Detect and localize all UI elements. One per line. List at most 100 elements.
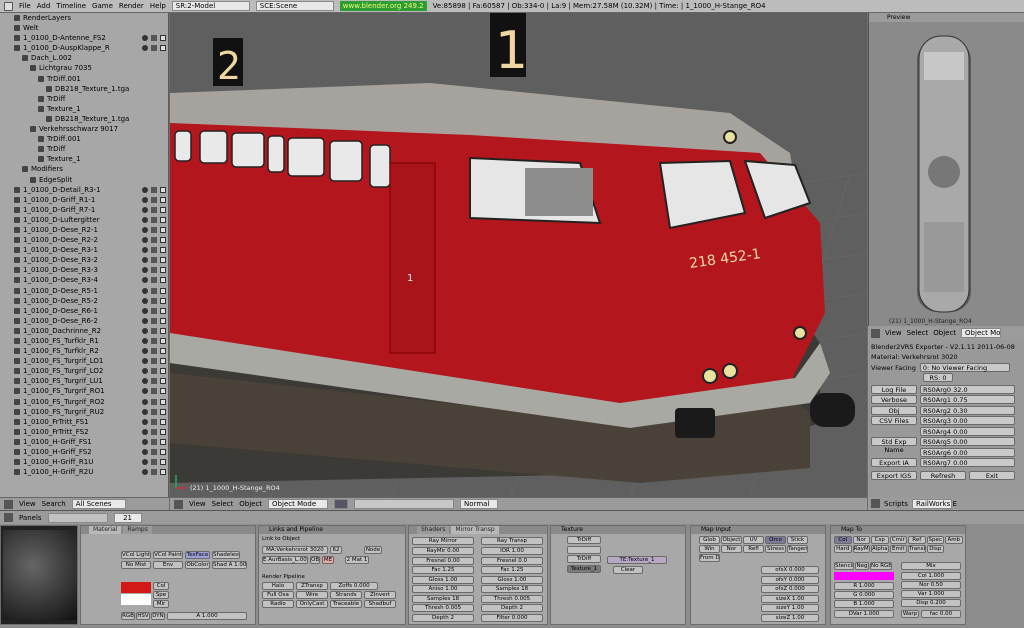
outliner-item[interactable]: 1_0100_D-Oese_R2-2 — [0, 235, 168, 245]
website-link[interactable]: www.blender.org 249.2 — [339, 1, 427, 11]
outliner-item[interactable]: 1_0100_D-AuspKlappe_R — [0, 43, 168, 53]
mapto-value-field[interactable]: Disp 0.200 — [901, 599, 961, 607]
visibility-eye-icon[interactable] — [142, 327, 148, 334]
rs-arg-field[interactable]: RS0Arg4 0.00 — [920, 426, 1015, 436]
col-button[interactable]: Col — [153, 582, 169, 590]
exporter-option-button[interactable]: CSV Files — [871, 416, 917, 426]
outliner-item[interactable]: 1_0100_D-Oese_R3-2 — [0, 255, 168, 265]
visibility-eye-icon[interactable] — [142, 438, 148, 445]
context-buttons[interactable] — [47, 512, 108, 523]
select-cursor-icon[interactable] — [151, 237, 157, 244]
map-to-tab[interactable]: Alpha — [871, 545, 889, 553]
map-input-tab[interactable]: Nor — [721, 545, 742, 553]
outliner-item[interactable]: Welt — [0, 23, 168, 33]
export-igs-button[interactable]: Export IGS — [871, 471, 917, 480]
render-camera-icon[interactable] — [160, 388, 166, 395]
outliner-item[interactable]: 1_0100_D-Griff_R1-1 — [0, 195, 168, 205]
menu-add[interactable]: Add — [37, 2, 51, 10]
rs-arg-field[interactable]: RS0Arg2 0.30 — [920, 405, 1015, 415]
select-cursor-icon[interactable] — [151, 216, 157, 223]
render-camera-icon[interactable] — [160, 35, 166, 42]
select-cursor-icon[interactable] — [151, 368, 157, 375]
outliner-item[interactable]: 1_0100_D-Oese_R2-1 — [0, 225, 168, 235]
editor-type-icon[interactable] — [4, 499, 13, 509]
render-camera-icon[interactable] — [160, 257, 166, 264]
map-input-tab[interactable]: Stress — [765, 545, 786, 553]
outliner-search-menu[interactable]: Search — [42, 500, 66, 508]
menu-game[interactable]: Game — [92, 2, 113, 10]
visibility-eye-icon[interactable] — [142, 469, 148, 476]
outliner-item[interactable]: 1_0100_D-Griff_R7-1 — [0, 205, 168, 215]
dvar-field[interactable]: DVar 1.000 — [834, 610, 894, 618]
shader-value-field[interactable]: Samples 18 — [412, 594, 474, 603]
visibility-eye-icon[interactable] — [142, 297, 148, 304]
mapto-rgb-field[interactable]: G 0.000 — [834, 591, 894, 599]
viewport-select-menu[interactable]: Select — [212, 500, 234, 508]
select-cursor-icon[interactable] — [151, 317, 157, 324]
transp-value-field[interactable]: Filter 0.000 — [481, 613, 543, 622]
visibility-eye-icon[interactable] — [142, 358, 148, 365]
map-to-tab[interactable]: Cmir — [889, 536, 907, 544]
map-to-tab[interactable]: Nor — [852, 536, 870, 544]
visibility-eye-icon[interactable] — [142, 449, 148, 456]
render-camera-icon[interactable] — [160, 449, 166, 456]
outliner-item[interactable]: 1_0100_FS_Turgrif_RO1 — [0, 386, 168, 396]
render-camera-icon[interactable] — [160, 338, 166, 344]
stencil-toggle[interactable]: Stencil — [834, 562, 854, 570]
map-input-tab[interactable]: Object — [721, 536, 742, 544]
render-camera-icon[interactable] — [160, 418, 166, 425]
select-cursor-icon[interactable] — [151, 206, 157, 213]
outliner-item[interactable]: TrDiff — [0, 144, 168, 154]
rs-arg-field[interactable]: RS0Arg3 0.00 — [920, 416, 1015, 426]
outliner-item[interactable]: 1_0100_Dachrinne_R2 — [0, 326, 168, 336]
mapto-value-field[interactable]: Var 1.000 — [901, 590, 961, 598]
material-index[interactable]: 2 Mat 1 — [345, 556, 369, 564]
render-camera-icon[interactable] — [160, 428, 166, 435]
select-cursor-icon[interactable] — [151, 45, 157, 52]
exporter-option-button[interactable]: Verbose — [871, 395, 917, 405]
select-cursor-icon[interactable] — [151, 287, 157, 294]
traceable-toggle[interactable]: Traceable — [330, 600, 362, 608]
map-to-tab[interactable]: Spec — [926, 536, 944, 544]
env-toggle[interactable]: Env — [153, 561, 183, 569]
pivot-normal-select[interactable]: Normal — [460, 499, 499, 509]
visibility-eye-icon[interactable] — [142, 368, 148, 375]
shader-value-field[interactable]: Aniso 1.00 — [412, 585, 474, 593]
tab-shaders[interactable]: Shaders — [417, 526, 450, 534]
visibility-eye-icon[interactable] — [142, 388, 148, 395]
select-cursor-icon[interactable] — [151, 327, 157, 334]
exporter-option-button[interactable]: Log File — [871, 384, 917, 394]
outliner-item[interactable]: 1_0100_FS_Turgrif_LU1 — [0, 376, 168, 386]
select-cursor-icon[interactable] — [151, 388, 157, 395]
refresh-button[interactable]: Refresh — [920, 471, 966, 480]
visibility-eye-icon[interactable] — [142, 45, 148, 52]
select-cursor-icon[interactable] — [151, 247, 157, 254]
outliner-item[interactable]: Dach_L.002 — [0, 53, 168, 63]
select-cursor-icon[interactable] — [151, 348, 157, 355]
render-camera-icon[interactable] — [160, 216, 166, 223]
render-camera-icon[interactable] — [160, 459, 166, 466]
map-input-tab[interactable]: Orco — [765, 536, 786, 544]
mapto-rgb-field[interactable]: R 1.000 — [834, 582, 894, 590]
outliner-item[interactable]: 1_0100_FS_Turgrif_LO1 — [0, 356, 168, 366]
texface-toggle[interactable]: TexFace — [185, 551, 210, 559]
map-input-tab[interactable]: Glob — [699, 536, 720, 544]
texture-name-field[interactable]: TE:Texture_1 — [607, 556, 667, 564]
onlycast-toggle[interactable]: OnlyCast — [296, 600, 328, 608]
shader-value-field[interactable]: Gloss 1.00 — [412, 575, 474, 584]
render-camera-icon[interactable] — [160, 378, 166, 385]
select-cursor-icon[interactable] — [151, 257, 157, 264]
select-cursor-icon[interactable] — [151, 267, 157, 274]
texture-slot[interactable]: TrDiff — [567, 555, 601, 563]
scene-selector[interactable]: SCE:Scene — [255, 1, 334, 11]
render-camera-icon[interactable] — [160, 469, 166, 476]
neg-toggle[interactable]: Neg — [855, 562, 869, 570]
dyn-button[interactable]: DYN — [151, 612, 165, 620]
editor-type-icon[interactable] — [174, 499, 183, 509]
outliner-item[interactable]: 1_0100_D-Oese_R6-1 — [0, 306, 168, 316]
no-rgb-toggle[interactable]: No RGB — [870, 562, 892, 570]
map-input-tab[interactable]: Tangent — [787, 545, 808, 553]
select-cursor-icon[interactable] — [151, 307, 157, 314]
strands-toggle[interactable]: Strands — [330, 591, 362, 599]
visibility-eye-icon[interactable] — [142, 428, 148, 435]
